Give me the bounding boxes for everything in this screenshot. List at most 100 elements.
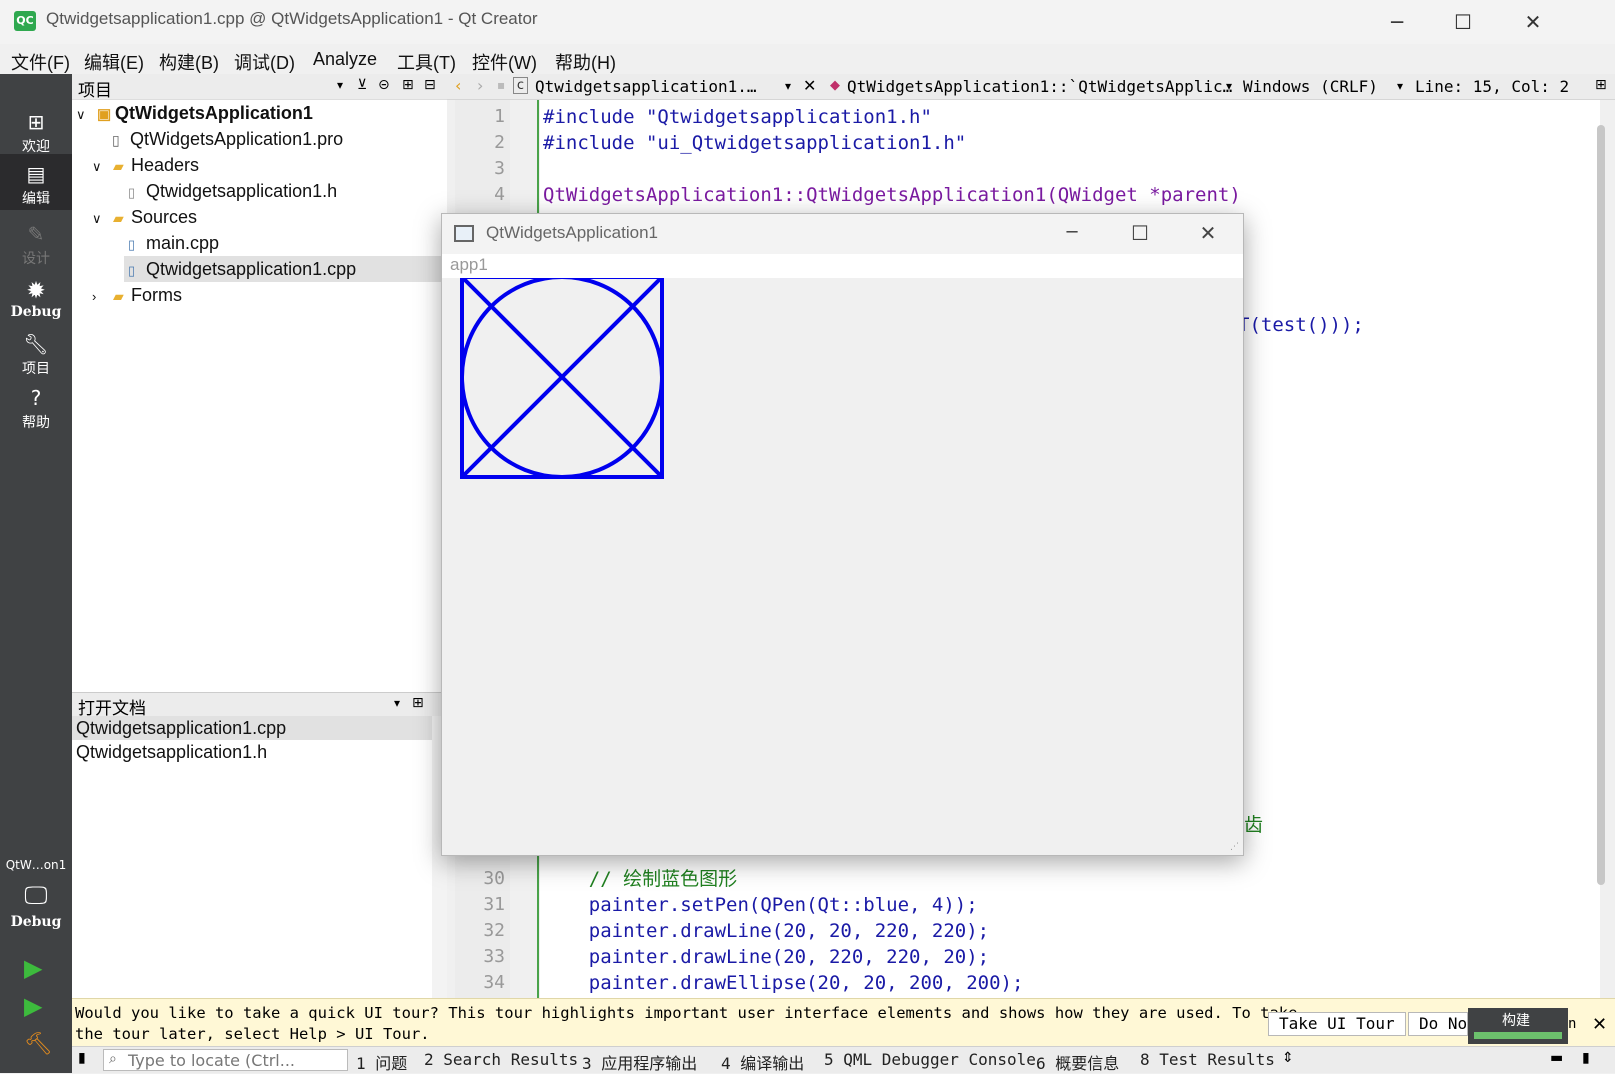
edit-icon: ▤: [26, 162, 46, 186]
mode-selector: ⊞ 欢迎 ▤ 编辑 ✎ 设计 ✹ Debug 🔧︎ 项目 ? 帮助 QtW…on…: [0, 74, 72, 1073]
progress-details-icon[interactable]: ▬: [1550, 1050, 1563, 1066]
output-pane-search-results[interactable]: 2 Search Results: [424, 1050, 578, 1069]
tree-item-headers[interactable]: ∨ ▰ Headers: [92, 152, 199, 178]
tree-item-label: Sources: [131, 207, 198, 227]
output-pane-test-results[interactable]: 8 Test Results: [1140, 1050, 1275, 1069]
close-panel-icon[interactable]: ⊟: [424, 77, 436, 93]
cursor-position[interactable]: Line: 15, Col: 2: [1415, 77, 1569, 96]
split-icon[interactable]: ⊞: [402, 77, 414, 93]
bug-icon: ✹: [27, 278, 45, 302]
banner-fragment: n: [1568, 1016, 1577, 1032]
mode-edit[interactable]: ▤ 编辑: [0, 154, 72, 210]
tree-item-project[interactable]: ∨ ▣ QtWidgetsApplication1: [76, 100, 313, 126]
line-number: 3: [494, 158, 505, 179]
menu-file[interactable]: 文件(F): [11, 49, 70, 75]
open-doc-item[interactable]: Qtwidgetsapplication1.cpp: [72, 716, 432, 740]
drawing-canvas: [460, 278, 664, 479]
menu-bar: 文件(F) 编辑(E) 构建(B) 调试(D) Analyze 工具(T) 控件…: [0, 44, 1615, 74]
more-panes-icon[interactable]: ⇕: [1282, 1050, 1294, 1066]
menu-tools[interactable]: 工具(T): [397, 49, 456, 75]
menu-build[interactable]: 构建(B): [159, 49, 219, 75]
editor-scrollbar[interactable]: [1597, 125, 1605, 885]
project-panel-title: 项目: [78, 81, 112, 101]
build-hammer-icon[interactable]: 🔨︎: [24, 1032, 52, 1057]
do-not-show-button[interactable]: Do Not: [1408, 1012, 1468, 1036]
split-icon[interactable]: ⊞: [412, 695, 424, 711]
mode-help[interactable]: ? 帮助: [0, 386, 72, 432]
take-ui-tour-button[interactable]: Take UI Tour: [1268, 1012, 1406, 1036]
mode-welcome[interactable]: ⊞ 欢迎: [0, 110, 72, 156]
tree-item-label: Headers: [131, 155, 200, 175]
app-close-button[interactable]: ✕: [1178, 218, 1238, 250]
line-number: 2: [494, 132, 505, 153]
search-icon: ⌕: [109, 1051, 117, 1067]
app-menu-item[interactable]: app1: [450, 255, 488, 275]
line-number: 4: [494, 184, 505, 205]
symbol-dropdown-icon[interactable]: ▾: [1226, 79, 1232, 93]
toggle-sidebar-icon[interactable]: ▮: [78, 1050, 86, 1066]
forward-icon[interactable]: ›: [477, 76, 483, 95]
mode-label: 编辑: [22, 191, 50, 207]
line-number: 32: [483, 920, 505, 941]
output-pane-qml-debugger[interactable]: 5 QML Debugger Console: [824, 1050, 1036, 1069]
output-pane-issues[interactable]: 1 问题: [356, 1050, 407, 1074]
editor-file-tab[interactable]: Qtwidgetsapplication1.…: [535, 77, 757, 96]
code-fragment: T(test()));: [1238, 314, 1364, 336]
tree-item-main-cpp[interactable]: ▯ main.cpp: [128, 230, 219, 256]
header-file-icon: ▯: [128, 185, 136, 200]
build-progress-popup: 构建: [1468, 1008, 1568, 1044]
split-editor-icon[interactable]: ⊞: [1595, 77, 1607, 93]
tree-item-forms[interactable]: › ▰ Forms: [92, 282, 182, 308]
line-ending-dropdown-icon[interactable]: ▾: [1397, 79, 1403, 93]
run-icon[interactable]: ▶: [24, 954, 42, 982]
tree-item-app-cpp[interactable]: ▯ Qtwidgetsapplication1.cpp: [124, 256, 447, 282]
line-ending-selector[interactable]: Windows (CRLF): [1243, 77, 1378, 96]
app-window-icon: [454, 225, 474, 242]
debug-run-icon[interactable]: ▶: [24, 992, 42, 1020]
output-pane-app-output[interactable]: 3 应用程序输出: [582, 1050, 697, 1074]
mode-label: 项目: [22, 361, 50, 377]
minimize-button[interactable]: ─: [1367, 4, 1427, 40]
app-maximize-button[interactable]: ☐: [1110, 218, 1170, 250]
tree-item-label: main.cpp: [146, 233, 220, 253]
file-dropdown-icon[interactable]: ▾: [785, 79, 791, 93]
menu-debug[interactable]: 调试(D): [234, 49, 295, 75]
tree-item-header-file[interactable]: ▯ Qtwidgetsapplication1.h: [128, 178, 337, 204]
mode-debug[interactable]: ✹ Debug: [0, 278, 72, 320]
close-file-icon[interactable]: ✕: [803, 76, 816, 95]
dropdown-icon[interactable]: ▾: [394, 696, 400, 710]
open-doc-item[interactable]: Qtwidgetsapplication1.h: [72, 740, 267, 764]
view-dropdown-icon[interactable]: ▾: [337, 78, 343, 92]
tour-text-line2: the tour later, select Help > UI Tour.: [75, 1025, 430, 1043]
filter-icon[interactable]: ⊻: [357, 77, 367, 93]
running-app-window: QtWidgetsApplication1 ─ ☐ ✕ app1 ⋰: [441, 213, 1244, 856]
link-icon[interactable]: ⊝: [378, 77, 390, 93]
mode-projects[interactable]: 🔧︎ 项目: [0, 332, 72, 378]
app-minimize-button[interactable]: ─: [1042, 218, 1102, 250]
menu-edit[interactable]: 编辑(E): [84, 49, 144, 75]
close-banner-icon[interactable]: ✕: [1592, 1014, 1607, 1035]
back-icon[interactable]: ‹: [455, 76, 461, 95]
menu-analyze[interactable]: Analyze: [313, 49, 377, 70]
menu-help[interactable]: 帮助(H): [555, 49, 616, 75]
grid-icon: ⊞: [27, 110, 45, 134]
symbol-selector[interactable]: QtWidgetsApplication1::`QtWidgetsApplic…: [847, 77, 1232, 96]
close-button[interactable]: ✕: [1503, 4, 1563, 40]
monitor-icon[interactable]: 🖵︎: [22, 882, 50, 908]
output-pane-compile-output[interactable]: 4 编译输出: [721, 1050, 804, 1074]
tree-item-pro[interactable]: ▯ QtWidgetsApplication1.pro: [112, 126, 343, 152]
cpp-file-icon: c: [513, 77, 528, 94]
locator-input[interactable]: ⌕ Type to locate (Ctrl...: [103, 1049, 348, 1071]
mode-label: 帮助: [22, 415, 50, 431]
code-line: painter.drawLine(20, 220, 220, 20);: [543, 946, 990, 968]
tree-item-label: QtWidgetsApplication1.pro: [130, 129, 344, 149]
kit-config: Debug: [10, 914, 62, 930]
resize-grip-icon[interactable]: ⋰: [1230, 842, 1239, 852]
menu-controls[interactable]: 控件(W): [472, 49, 537, 75]
mode-design[interactable]: ✎ 设计: [0, 222, 72, 268]
tree-item-sources[interactable]: ∨ ▰ Sources: [92, 204, 197, 230]
locator-placeholder: Type to locate (Ctrl...: [128, 1051, 295, 1070]
toggle-right-sidebar-icon[interactable]: ▮: [1582, 1050, 1590, 1066]
output-pane-general-messages[interactable]: 6 概要信息: [1036, 1050, 1119, 1074]
maximize-button[interactable]: ☐: [1433, 4, 1493, 40]
